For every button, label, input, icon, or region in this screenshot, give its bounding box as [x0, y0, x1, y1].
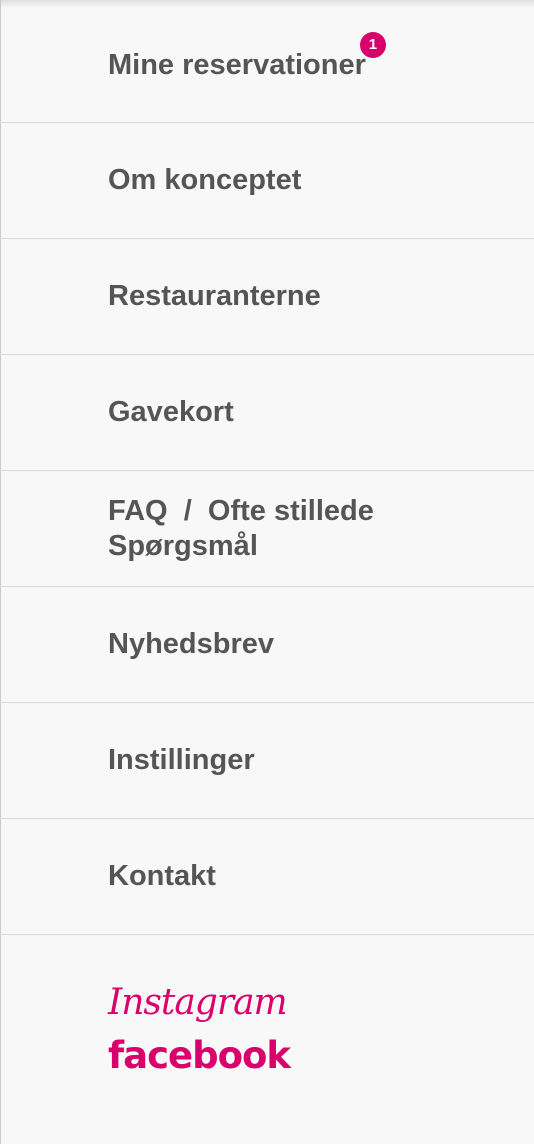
menu-item-nyhedsbrev[interactable]: Nyhedsbrev	[0, 587, 534, 703]
menu-item-label: Nyhedsbrev	[108, 628, 275, 660]
menu-item-om-konceptet[interactable]: Om konceptet	[0, 123, 534, 239]
menu-item-label: Restauranterne	[108, 280, 321, 312]
menu-item-label: FAQ / Ofte stillede Spørgsmål	[108, 494, 382, 562]
notification-badge: 1	[359, 31, 386, 58]
menu-item-label: Instillinger	[108, 744, 255, 776]
side-menu: Mine reservationer 1 Om konceptet Restau…	[0, 8, 534, 935]
social-links: Instagram facebook	[108, 978, 291, 1078]
menu-item-label: Kontakt	[108, 860, 216, 892]
menu-item-kontakt[interactable]: Kontakt	[0, 819, 534, 935]
menu-item-faq[interactable]: FAQ / Ofte stillede Spørgsmål	[0, 471, 534, 587]
top-shadow	[0, 0, 534, 8]
facebook-link[interactable]: facebook	[108, 1034, 291, 1078]
menu-item-mine-reservationer[interactable]: Mine reservationer 1	[0, 8, 534, 123]
menu-item-label: Mine reservationer 1	[108, 31, 386, 83]
menu-item-restauranterne[interactable]: Restauranterne	[0, 239, 534, 355]
menu-item-gavekort[interactable]: Gavekort	[0, 355, 534, 471]
menu-item-text: Mine reservationer	[108, 48, 366, 81]
menu-item-label: Om konceptet	[108, 164, 302, 196]
menu-item-label: Gavekort	[108, 396, 234, 428]
instagram-link[interactable]: Instagram	[108, 978, 290, 1028]
menu-item-instillinger[interactable]: Instillinger	[0, 703, 534, 819]
